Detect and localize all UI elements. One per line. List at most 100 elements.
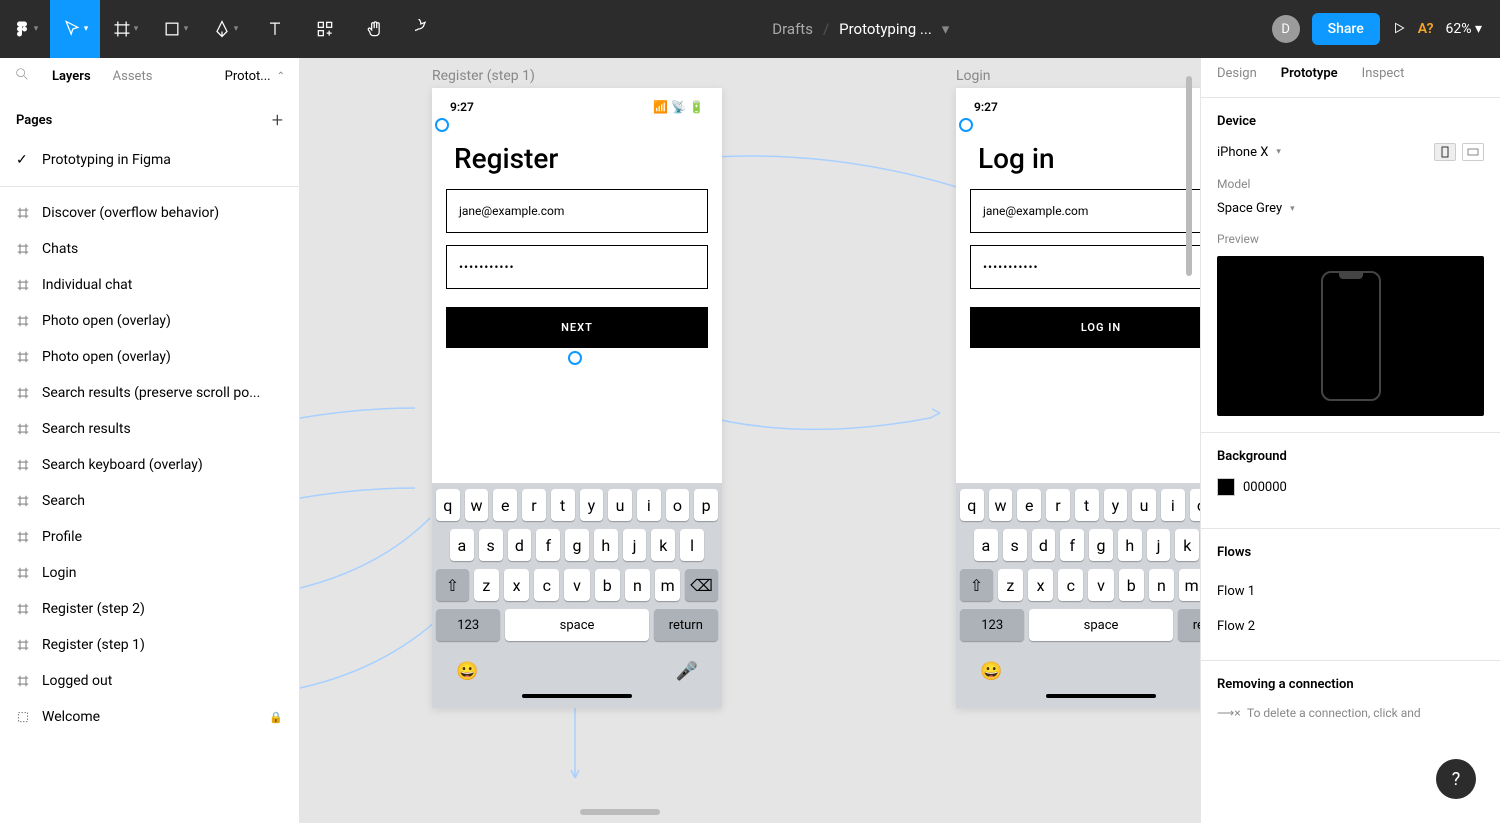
canvas[interactable]: Register (step 1) 9:27 📶 📡 🔋 Register ja… xyxy=(300,58,1200,823)
key[interactable]: a xyxy=(450,529,474,561)
backspace-key[interactable]: ⌫ xyxy=(685,569,718,601)
key[interactable]: o xyxy=(1190,489,1200,521)
key[interactable]: z xyxy=(474,569,499,601)
key[interactable]: e xyxy=(493,489,517,521)
key[interactable]: n xyxy=(1149,569,1174,601)
key[interactable]: s xyxy=(1003,529,1027,561)
layer-frame[interactable]: Search xyxy=(0,483,299,519)
key[interactable]: k xyxy=(1175,529,1199,561)
missing-fonts-button[interactable]: A? xyxy=(1418,21,1434,37)
key[interactable]: b xyxy=(595,569,620,601)
tab-assets[interactable]: Assets xyxy=(113,69,153,84)
shift-key[interactable]: ⇧ xyxy=(960,569,993,601)
layer-frame[interactable]: Search results xyxy=(0,411,299,447)
layer-frame[interactable]: Discover (overflow behavior) xyxy=(0,195,299,231)
layer-frame[interactable]: Search results (preserve scroll po... xyxy=(0,375,299,411)
present-button[interactable] xyxy=(1392,20,1406,39)
shape-tool[interactable]: ▾ xyxy=(150,0,200,58)
key[interactable]: h xyxy=(1118,529,1142,561)
layer-frame[interactable]: Register (step 2) xyxy=(0,591,299,627)
key[interactable]: d xyxy=(1032,529,1056,561)
key[interactable]: m xyxy=(1179,569,1200,601)
key[interactable]: e xyxy=(1017,489,1041,521)
return-key[interactable]: return xyxy=(654,609,718,641)
layer-frame[interactable]: Logged out xyxy=(0,663,299,699)
key[interactable]: p xyxy=(694,489,718,521)
key[interactable]: x xyxy=(1028,569,1053,601)
key[interactable]: u xyxy=(608,489,632,521)
layer-frame[interactable]: Login xyxy=(0,555,299,591)
tab-layers[interactable]: Layers xyxy=(52,69,91,84)
key[interactable]: g xyxy=(1089,529,1113,561)
email-field[interactable]: jane@example.com xyxy=(446,189,708,233)
page-selector[interactable]: Protot...⌃ xyxy=(225,69,285,84)
flow-item[interactable]: Flow 2 xyxy=(1217,609,1484,644)
key[interactable]: c xyxy=(534,569,559,601)
move-tool[interactable]: ▾ xyxy=(50,0,100,58)
tab-design[interactable]: Design xyxy=(1217,66,1257,89)
vertical-scrollbar[interactable] xyxy=(1186,76,1192,276)
pen-tool[interactable]: ▾ xyxy=(200,0,250,58)
layer-frame[interactable]: Photo open (overlay) xyxy=(0,303,299,339)
chevron-down-icon[interactable]: ▾ xyxy=(942,20,950,38)
tab-prototype[interactable]: Prototype xyxy=(1281,66,1338,89)
key[interactable]: m xyxy=(655,569,680,601)
key[interactable]: w xyxy=(989,489,1013,521)
123-key[interactable]: 123 xyxy=(436,609,500,641)
key[interactable]: j xyxy=(1147,529,1171,561)
prototype-node[interactable] xyxy=(568,351,582,365)
layer-frame[interactable]: Register (step 1) xyxy=(0,627,299,663)
key[interactable]: t xyxy=(551,489,575,521)
key[interactable]: v xyxy=(564,569,589,601)
layer-frame[interactable]: Photo open (overlay) xyxy=(0,339,299,375)
background-color[interactable]: 000000 xyxy=(1217,478,1484,496)
emoji-icon[interactable]: 😀 xyxy=(980,661,1002,682)
layer-section[interactable]: Welcome🔒 xyxy=(0,699,299,735)
tab-inspect[interactable]: Inspect xyxy=(1362,66,1405,89)
comment-tool[interactable] xyxy=(400,0,450,58)
key[interactable]: w xyxy=(465,489,489,521)
add-page-button[interactable]: + xyxy=(272,108,283,132)
key[interactable]: q xyxy=(436,489,460,521)
123-key[interactable]: 123 xyxy=(960,609,1024,641)
login-frame[interactable]: 9:27 Log in jane@example.com •••••••••••… xyxy=(956,88,1200,708)
password-field[interactable]: ••••••••••• xyxy=(970,245,1200,289)
next-button[interactable]: NEXT xyxy=(446,307,708,348)
search-icon[interactable] xyxy=(14,66,30,86)
key[interactable]: d xyxy=(508,529,532,561)
device-select[interactable]: iPhone X▾ xyxy=(1217,143,1484,161)
key[interactable]: t xyxy=(1075,489,1099,521)
key[interactable]: s xyxy=(479,529,503,561)
layer-frame[interactable]: Profile xyxy=(0,519,299,555)
key[interactable]: u xyxy=(1132,489,1156,521)
zoom-control[interactable]: 62% ▾ xyxy=(1445,21,1482,37)
login-button[interactable]: LOG IN xyxy=(970,307,1200,348)
key[interactable]: n xyxy=(625,569,650,601)
breadcrumb[interactable]: Drafts / Prototyping ... ▾ xyxy=(450,20,1272,38)
email-field[interactable]: jane@example.com xyxy=(970,189,1200,233)
text-tool[interactable] xyxy=(250,0,300,58)
frame-tool[interactable]: ▾ xyxy=(100,0,150,58)
frame-label[interactable]: Register (step 1) xyxy=(432,68,535,84)
landscape-icon[interactable] xyxy=(1462,143,1484,161)
space-key[interactable]: space xyxy=(1029,609,1172,641)
key[interactable]: k xyxy=(651,529,675,561)
key[interactable]: f xyxy=(1060,529,1084,561)
shift-key[interactable]: ⇧ xyxy=(436,569,469,601)
share-button[interactable]: Share xyxy=(1312,13,1380,45)
layer-frame[interactable]: Chats xyxy=(0,231,299,267)
color-swatch[interactable] xyxy=(1217,478,1235,496)
user-avatar[interactable]: D xyxy=(1272,15,1300,43)
key[interactable]: f xyxy=(536,529,560,561)
lock-icon[interactable]: 🔒 xyxy=(269,711,283,724)
prototype-node[interactable] xyxy=(435,118,449,132)
register-frame[interactable]: 9:27 📶 📡 🔋 Register jane@example.com •••… xyxy=(432,88,722,708)
key[interactable]: y xyxy=(1104,489,1128,521)
key[interactable]: i xyxy=(1161,489,1185,521)
key[interactable]: g xyxy=(565,529,589,561)
key[interactable]: r xyxy=(522,489,546,521)
horizontal-scrollbar[interactable] xyxy=(580,809,660,815)
key[interactable]: h xyxy=(594,529,618,561)
portrait-icon[interactable] xyxy=(1434,143,1456,161)
password-field[interactable]: ••••••••••• xyxy=(446,245,708,289)
